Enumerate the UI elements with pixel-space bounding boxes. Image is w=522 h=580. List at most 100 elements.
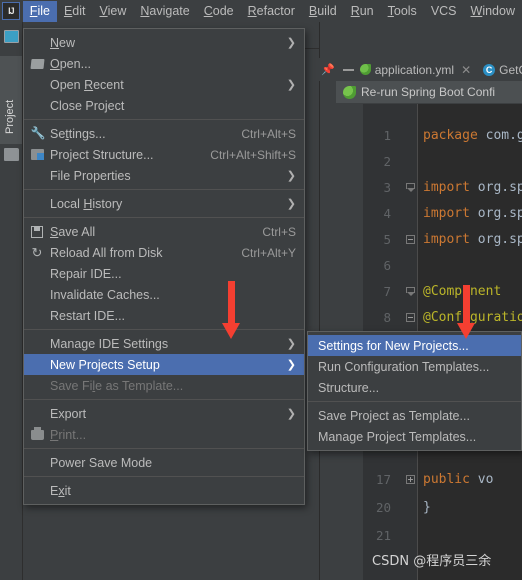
- file-menu-popup[interactable]: New ❯ Open... Open Recent ❯ Close Project 🔧 Set…: [23, 28, 305, 505]
- menu-item-shortcut: Ctrl+Alt+Shift+S: [210, 147, 296, 162]
- chevron-right-icon: ❯: [286, 37, 296, 49]
- code-fold-box-icon[interactable]: [406, 235, 415, 244]
- code-line: package com.g: [423, 128, 522, 143]
- menu-item-label: Exit: [50, 483, 71, 498]
- arrow-to-settings-for-new-projects: [457, 285, 476, 339]
- menu-item-invalidate-caches[interactable]: Invalidate Caches...: [24, 284, 304, 305]
- menu-item-print: Print...: [24, 424, 304, 445]
- menu-item-label: Settings for New Projects...: [318, 338, 469, 353]
- pin-icon[interactable]: 📌: [321, 63, 335, 76]
- menu-item-label: Reload All from Disk: [50, 245, 163, 260]
- line-number: 6: [383, 258, 391, 273]
- reload-icon: ↻: [31, 245, 43, 260]
- menubar-item-window[interactable]: Window: [464, 1, 522, 22]
- menu-item-file-properties[interactable]: File Properties ❯: [24, 165, 304, 186]
- java-class-icon: C: [483, 63, 496, 76]
- menu-item-label: Power Save Mode: [50, 455, 153, 470]
- editor-tab-label: GetC: [499, 62, 522, 77]
- new-projects-setup-submenu[interactable]: Settings for New Projects... Run Configur…: [307, 331, 522, 451]
- sidebar-item-project[interactable]: Project: [0, 56, 22, 144]
- editor-tab-application-yml[interactable]: application.yml ✕: [354, 60, 477, 80]
- menu-item-label: Manage IDE Settings: [50, 336, 169, 351]
- code-token: com.g: [485, 128, 522, 143]
- menubar-item-code[interactable]: Code: [197, 1, 241, 22]
- spring-boot-icon: [343, 85, 356, 99]
- menu-item-save-all[interactable]: Save All Ctrl+S: [24, 221, 304, 242]
- menubar-item-file[interactable]: File: [22, 0, 57, 22]
- menu-item-settings-for-new-projects[interactable]: Settings for New Projects...: [308, 335, 521, 356]
- intellij-idea-window: IJ File Edit View Navigate Code Refactor Build…: [0, 0, 522, 580]
- menubar-item-view[interactable]: View: [93, 1, 134, 22]
- code-line: import org.sp: [423, 232, 522, 247]
- code-line: import org.sp: [423, 180, 522, 195]
- arrow-to-new-projects-setup: [222, 281, 241, 339]
- menu-item-label: Manage Project Templates...: [318, 429, 477, 444]
- menu-item-shortcut: Ctrl+Alt+Y: [241, 245, 296, 260]
- menu-bar: IJ File Edit View Navigate Code Refactor Build…: [0, 0, 522, 23]
- menu-item-label: Project Structure...: [50, 147, 154, 162]
- menu-item-structure[interactable]: Structure...: [308, 377, 521, 398]
- menu-item-label: Settings...: [50, 126, 106, 141]
- menu-item-reload-all-from-disk[interactable]: ↻ Reload All from Disk Ctrl+Alt+Y: [24, 242, 304, 263]
- project-structure-icon: [24, 149, 50, 160]
- code-fold-box-icon[interactable]: [406, 313, 415, 322]
- code-fold-plus-icon[interactable]: [406, 475, 415, 484]
- menubar-item-build[interactable]: Build: [302, 1, 344, 22]
- menu-item-restart-ide[interactable]: Restart IDE...: [24, 305, 304, 326]
- menu-item-project-structure[interactable]: Project Structure... Ctrl+Alt+Shift+S: [24, 144, 304, 165]
- menubar-item-navigate[interactable]: Navigate: [133, 1, 196, 22]
- menu-item-new[interactable]: New ❯: [24, 32, 304, 53]
- menubar-item-refactor[interactable]: Refactor: [241, 1, 302, 22]
- menu-item-save-file-as-template: Save File as Template...: [24, 375, 304, 396]
- minimize-icon[interactable]: [342, 68, 354, 71]
- menu-item-manage-project-templates[interactable]: Manage Project Templates...: [308, 426, 521, 447]
- menu-item-label: Run Configuration Templates...: [318, 359, 490, 374]
- arrow-shaft: [228, 281, 235, 323]
- close-icon[interactable]: ✕: [461, 63, 471, 77]
- menu-item-label: Close Project: [50, 98, 125, 113]
- menu-item-run-configuration-templates[interactable]: Run Configuration Templates...: [308, 356, 521, 377]
- wrench-icon: 🔧: [30, 126, 46, 140]
- menu-item-power-save-mode[interactable]: Power Save Mode: [24, 452, 304, 473]
- menu-item-open[interactable]: Open...: [24, 53, 304, 74]
- line-number: 20: [375, 500, 391, 515]
- code-fold-arrow-icon[interactable]: [406, 183, 415, 192]
- menubar-item-edit[interactable]: Edit: [57, 1, 93, 22]
- line-number: 2: [383, 154, 391, 169]
- line-number: 4: [383, 206, 391, 221]
- menu-item-shortcut: Ctrl+S: [262, 224, 296, 239]
- menu-separator: [24, 119, 304, 120]
- menu-separator: [24, 329, 304, 330]
- menu-item-local-history[interactable]: Local History ❯: [24, 193, 304, 214]
- menu-item-settings[interactable]: 🔧 Settings... Ctrl+Alt+S: [24, 123, 304, 144]
- watermark: CSDN @程序员三余: [372, 554, 492, 569]
- menu-item-new-projects-setup[interactable]: New Projects Setup ❯: [24, 354, 304, 375]
- line-number: 17: [375, 472, 391, 487]
- code-token: import: [423, 206, 478, 221]
- editor-tab-getc[interactable]: C GetC: [477, 60, 522, 80]
- re-run-notification-bar[interactable]: Re-run Spring Boot Confi: [336, 81, 522, 103]
- menu-item-export[interactable]: Export ❯: [24, 403, 304, 424]
- code-token: import: [423, 232, 478, 247]
- menu-separator: [308, 401, 521, 402]
- folder-icon[interactable]: [4, 148, 19, 161]
- folder-open-icon: [24, 58, 50, 69]
- code-token: }: [423, 500, 431, 515]
- menubar-item-tools[interactable]: Tools: [381, 1, 424, 22]
- menu-item-close-project[interactable]: Close Project: [24, 95, 304, 116]
- menubar-item-vcs[interactable]: VCS: [424, 1, 464, 22]
- menu-item-save-project-as-template[interactable]: Save Project as Template...: [308, 405, 521, 426]
- tool-window-icon[interactable]: [4, 30, 19, 43]
- editor-tab-label: application.yml: [374, 62, 455, 77]
- line-number: 21: [375, 528, 391, 543]
- re-run-label: Re-run Spring Boot Confi: [361, 85, 496, 99]
- line-number: 5: [383, 232, 391, 247]
- menu-item-exit[interactable]: Exit: [24, 480, 304, 501]
- menu-item-open-recent[interactable]: Open Recent ❯: [24, 74, 304, 95]
- menubar-item-run[interactable]: Run: [344, 1, 381, 22]
- line-number: 7: [383, 284, 391, 299]
- code-fold-arrow-icon[interactable]: [406, 287, 415, 296]
- menu-item-manage-ide-settings[interactable]: Manage IDE Settings ❯: [24, 333, 304, 354]
- menu-item-repair-ide[interactable]: Repair IDE...: [24, 263, 304, 284]
- project-tab-label: Project: [4, 99, 16, 134]
